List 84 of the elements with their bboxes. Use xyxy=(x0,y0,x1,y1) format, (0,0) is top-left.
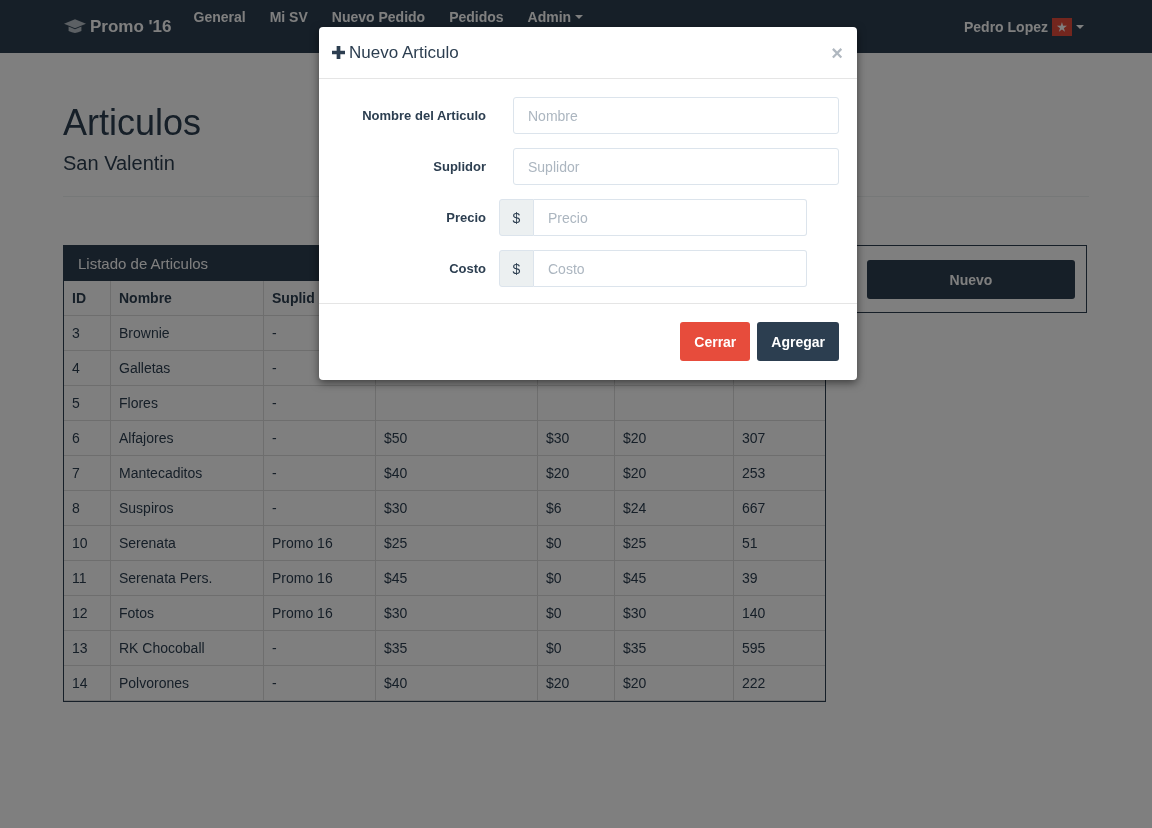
table-cell: $0 xyxy=(537,630,615,666)
table-cell: Polvorones xyxy=(110,665,264,701)
table-cell: $0 xyxy=(537,595,615,631)
table-cell: - xyxy=(263,665,376,701)
table-cell: $40 xyxy=(375,455,538,491)
table-cell: 4 xyxy=(64,350,111,386)
table-cell: $40 xyxy=(375,665,538,701)
graduation-cap-icon xyxy=(64,19,86,34)
table-cell: Flores xyxy=(110,385,264,421)
star-badge: ★ xyxy=(1052,17,1072,36)
table-cell: - xyxy=(263,630,376,666)
table-cell: $24 xyxy=(614,490,734,526)
table-cell: $0 xyxy=(537,560,615,596)
caret-icon xyxy=(1076,24,1084,29)
input-field[interactable]: Costo xyxy=(534,250,807,287)
plus-icon xyxy=(332,46,345,59)
nav-link[interactable]: Mi SV xyxy=(269,9,308,25)
nav-link[interactable]: Nuevo Pedido xyxy=(331,9,426,25)
table-cell: 14 xyxy=(64,665,111,701)
table-cell: Mantecaditos xyxy=(110,455,264,491)
table-cell: Serenata xyxy=(110,525,264,561)
table-cell: 8 xyxy=(64,490,111,526)
input-field[interactable]: Suplidor xyxy=(513,148,839,185)
table-cell: 3 xyxy=(64,315,111,351)
table-cell: - xyxy=(263,455,376,491)
table-cell: - xyxy=(263,490,376,526)
table-cell: Promo 16 xyxy=(263,525,376,561)
field-label: Precio xyxy=(445,210,486,225)
nav-link[interactable]: General xyxy=(193,9,246,25)
table-cell: $20 xyxy=(614,420,734,456)
column-header: ID xyxy=(64,281,111,316)
table-cell: $20 xyxy=(537,665,615,701)
table-cell: Fotos xyxy=(110,595,264,631)
table-cell: $25 xyxy=(375,525,538,561)
table-cell: 5 xyxy=(64,385,111,421)
field-label: Costo xyxy=(448,261,486,276)
table-cell: RK Chocoball xyxy=(110,630,264,666)
table-cell: Suspiros xyxy=(110,490,264,526)
table-cell: 10 xyxy=(64,525,111,561)
table-cell: $30 xyxy=(614,595,734,631)
field-label: Suplidor xyxy=(432,159,486,174)
page-title: Articulos xyxy=(63,103,202,143)
currency-addon: $ xyxy=(499,250,534,287)
nav-link[interactable]: Pedidos xyxy=(449,9,504,25)
table-cell: Alfajores xyxy=(110,420,264,456)
table-cell: - xyxy=(263,420,376,456)
table-cell: Promo 16 xyxy=(263,595,376,631)
table-cell: 11 xyxy=(64,560,111,596)
modal-title: Nuevo Articulo xyxy=(349,42,459,63)
table-cell: Galletas xyxy=(110,350,264,386)
table-cell: $45 xyxy=(614,560,734,596)
table-cell: 6 xyxy=(64,420,111,456)
input-field[interactable]: Precio xyxy=(534,199,807,236)
close-button[interactable]: Cerrar xyxy=(680,322,751,361)
table-cell: $20 xyxy=(614,455,734,491)
table-cell: $6 xyxy=(537,490,615,526)
table-cell: Brownie xyxy=(110,315,264,351)
table-cell: $35 xyxy=(375,630,538,666)
table-cell: Promo 16 xyxy=(263,560,376,596)
table-cell: 12 xyxy=(64,595,111,631)
table-cell: $35 xyxy=(614,630,734,666)
table-cell: - xyxy=(263,385,376,421)
table-cell: 7 xyxy=(64,455,111,491)
brand-link[interactable]: Promo '16 xyxy=(64,16,172,37)
field-label: Nombre del Articulo xyxy=(361,108,486,123)
table-cell: $20 xyxy=(537,455,615,491)
table-cell: $30 xyxy=(375,490,538,526)
table-cell: $30 xyxy=(375,595,538,631)
table-cell: 13 xyxy=(64,630,111,666)
column-header: Nombre xyxy=(110,281,264,316)
table-cell: $45 xyxy=(375,560,538,596)
table-cell: $50 xyxy=(375,420,538,456)
input-field[interactable]: Nombre xyxy=(513,97,839,134)
table-cell: $25 xyxy=(614,525,734,561)
table-cell: $30 xyxy=(537,420,615,456)
user-menu[interactable]: Pedro Lopez ★ xyxy=(964,17,1084,36)
add-button[interactable]: Agregar xyxy=(757,322,839,361)
nav-link[interactable]: Admin xyxy=(527,9,584,25)
new-button[interactable]: Nuevo xyxy=(867,260,1075,299)
table-cell: Serenata Pers. xyxy=(110,560,264,596)
currency-addon: $ xyxy=(499,199,534,236)
table-cell: $0 xyxy=(537,525,615,561)
page-subtitle: San Valentin xyxy=(63,151,175,175)
table-cell: $20 xyxy=(614,665,734,701)
